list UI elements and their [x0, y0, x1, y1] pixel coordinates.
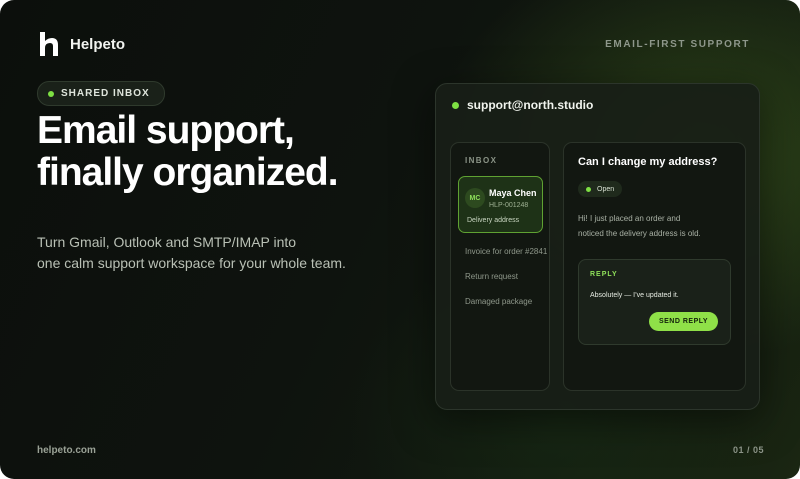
reply-label: REPLY — [590, 271, 618, 278]
customer-message: Hi! I just placed an order and noticed t… — [578, 211, 728, 241]
inbox-item-active[interactable]: MC Maya Chen HLP-001248 Delivery address — [458, 176, 543, 233]
tagline: EMAIL-FIRST SUPPORT — [605, 39, 750, 50]
badge-label: SHARED INBOX — [61, 88, 150, 99]
inbox-item[interactable]: Damaged package — [465, 297, 532, 306]
status-badge: Open — [578, 181, 623, 197]
thread-panel: Can I change my address? Open Hi! I just… — [563, 142, 746, 391]
ticket-subject: Delivery address — [467, 217, 520, 224]
shared-inbox-badge: SHARED INBOX — [37, 81, 165, 106]
avatar: MC — [465, 188, 485, 208]
status-label: Open — [597, 185, 615, 193]
brand: Helpeto — [38, 32, 125, 56]
sender-name: Maya Chen — [489, 188, 537, 198]
send-reply-button[interactable]: SEND REPLY — [649, 312, 718, 331]
helpeto-logo-icon — [40, 32, 58, 56]
app-preview-window: support@north.studio INBOX MC Maya Chen … — [435, 83, 760, 410]
app-header: support@north.studio — [452, 98, 593, 112]
inbox-item[interactable]: Return request — [465, 272, 518, 281]
headline-line-2: finally organized. — [37, 151, 339, 194]
page-indicator: 01 / 05 — [732, 445, 764, 455]
thread-title: Can I change my address? — [578, 156, 718, 168]
inbox-label: INBOX — [465, 156, 498, 165]
subtitle: Turn Gmail, Outlook and SMTP/IMAP into o… — [37, 232, 377, 274]
headline: Email support, finally organized. — [37, 109, 339, 194]
reply-box[interactable]: REPLY Absolutely — I’ve updated it. SEND… — [578, 259, 731, 345]
account-email: support@north.studio — [467, 98, 594, 112]
brand-name: Helpeto — [70, 35, 126, 53]
status-dot-icon — [48, 90, 54, 97]
inbox-item[interactable]: Invoice for order #2841 — [465, 247, 547, 256]
slide: Helpeto EMAIL-FIRST SUPPORT SHARED INBOX… — [0, 0, 800, 479]
status-dot-icon — [586, 186, 591, 192]
footer-url[interactable]: helpeto.com — [37, 445, 96, 456]
inbox-panel: INBOX MC Maya Chen HLP-001248 Delivery a… — [450, 142, 550, 391]
headline-line-1: Email support, — [37, 109, 295, 152]
subtitle-line-1: Turn Gmail, Outlook and SMTP/IMAP into — [37, 234, 297, 250]
ticket-id: HLP-001248 — [489, 202, 529, 209]
message-line-1: Hi! I just placed an order and — [578, 214, 681, 223]
message-line-2: noticed the delivery address is old. — [578, 229, 701, 238]
subtitle-line-2: one calm support workspace for your whol… — [37, 255, 346, 271]
online-dot-icon — [452, 101, 459, 109]
reply-text[interactable]: Absolutely — I’ve updated it. — [590, 292, 679, 299]
